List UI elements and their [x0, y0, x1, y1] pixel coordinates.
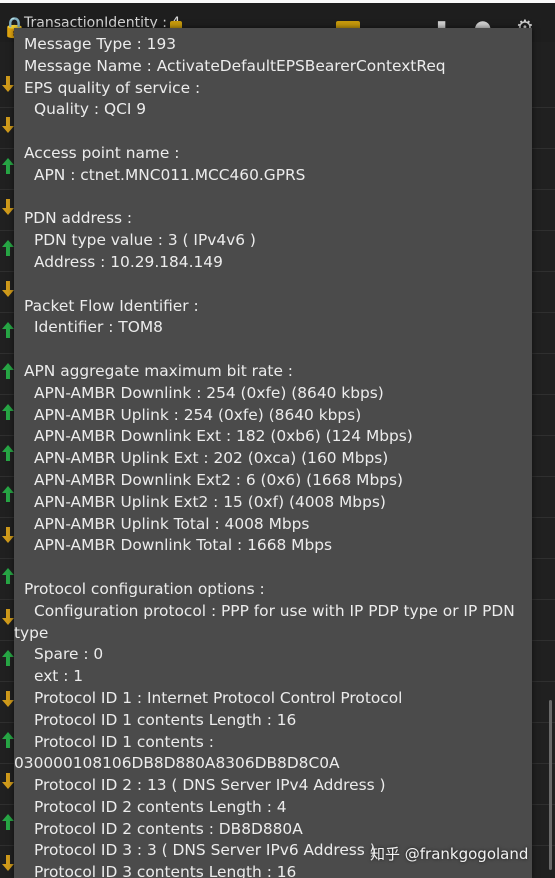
detail-line: Protocol ID 2 contents Length : 4	[34, 797, 287, 816]
detail-line: 030000108106DB8D880A8306DB8D8C0A	[14, 754, 340, 773]
watermark: 知乎 @frankgogoland	[370, 845, 529, 863]
detail-line: PDN address :	[24, 209, 133, 228]
detail-line: APN-AMBR Downlink Ext2 : 6 (0x6) (1668 M…	[34, 470, 404, 489]
arrow-up-icon	[2, 322, 14, 338]
detail-line: APN-AMBR Uplink : 254 (0xfe) (8640 kbps)	[34, 405, 362, 424]
arrow-up-icon	[2, 158, 14, 174]
arrow-down-icon	[2, 199, 14, 215]
arrow-down-icon	[2, 281, 14, 297]
detail-line: Configuration protocol : PPP for use wit…	[34, 601, 515, 620]
detail-line: type	[14, 623, 49, 642]
detail-line: Protocol ID 2 : 13 ( DNS Server IPv4 Add…	[34, 776, 386, 795]
arrow-down-icon	[2, 609, 14, 625]
detail-line: APN-AMBR Downlink Total : 1668 Mbps	[34, 536, 333, 555]
arrow-up-icon	[2, 240, 14, 256]
detail-line: PDN type value : 3 ( IPv4v6 )	[34, 231, 256, 250]
detail-line: Message Type : 193	[24, 35, 177, 53]
detail-line: APN-AMBR Uplink Ext2 : 15 (0xf) (4008 Mb…	[34, 492, 386, 511]
detail-line: Protocol ID 1 : Internet Protocol Contro…	[34, 688, 403, 707]
detail-line: Protocol ID 1 contents Length : 16	[34, 710, 297, 729]
arrow-down-icon	[2, 855, 14, 871]
detail-line: Protocol configuration options :	[24, 579, 265, 598]
arrow-down-icon	[2, 773, 14, 789]
detail-line: Protocol ID 2 contents : DB8D880A	[34, 819, 303, 838]
screen: TransactionIdentity : 4 🔒 ▮ ● ⚙ Message …	[0, 0, 555, 878]
scrollbar[interactable]	[549, 700, 552, 870]
arrow-up-icon	[2, 404, 14, 420]
detail-line: Identifier : TOM8	[34, 318, 163, 337]
detail-line: Protocol ID 3 contents Length : 16	[34, 863, 297, 878]
detail-line: Message Name : ActivateDefaultEPSBearerC…	[24, 56, 446, 75]
arrow-up-icon	[2, 486, 14, 502]
detail-line: APN-AMBR Downlink Ext : 182 (0xb6) (124 …	[34, 427, 413, 446]
detail-line: APN-AMBR Downlink : 254 (0xfe) (8640 kbp…	[34, 383, 384, 402]
arrow-down-icon	[2, 117, 14, 133]
message-detail-popup[interactable]: Message Type : 193 Message Name : Activat…	[14, 28, 532, 878]
detail-line: Address : 10.29.184.149	[34, 252, 223, 271]
detail-line: Quality : QCI 9	[34, 100, 147, 119]
arrow-up-icon	[2, 814, 14, 830]
arrow-down-icon	[2, 691, 14, 707]
detail-line: Spare : 0	[34, 645, 104, 664]
detail-line: ext : 1	[34, 667, 84, 686]
detail-line: APN-AMBR Uplink Ext : 202 (0xca) (160 Mb…	[34, 449, 389, 468]
arrow-up-icon	[2, 732, 14, 748]
detail-line: APN-AMBR Uplink Total : 4008 Mbps	[34, 514, 310, 533]
arrow-up-icon	[2, 650, 14, 666]
arrow-up-icon	[2, 363, 14, 379]
detail-line: Packet Flow Identifier :	[24, 296, 199, 315]
arrow-up-icon	[2, 445, 14, 461]
arrow-up-icon	[2, 568, 14, 584]
detail-line: APN aggregate maximum bit rate :	[24, 361, 293, 380]
detail-line: APN : ctnet.MNC011.MCC460.GPRS	[34, 165, 306, 184]
detail-line: Protocol ID 1 contents :	[34, 732, 214, 751]
message-detail-lines: Message Type : 193 Message Name : Activat…	[14, 34, 532, 878]
arrow-down-icon	[2, 76, 14, 92]
arrow-down-icon	[2, 527, 14, 543]
detail-line: EPS quality of service :	[24, 78, 201, 97]
detail-line: Access point name :	[24, 143, 180, 162]
